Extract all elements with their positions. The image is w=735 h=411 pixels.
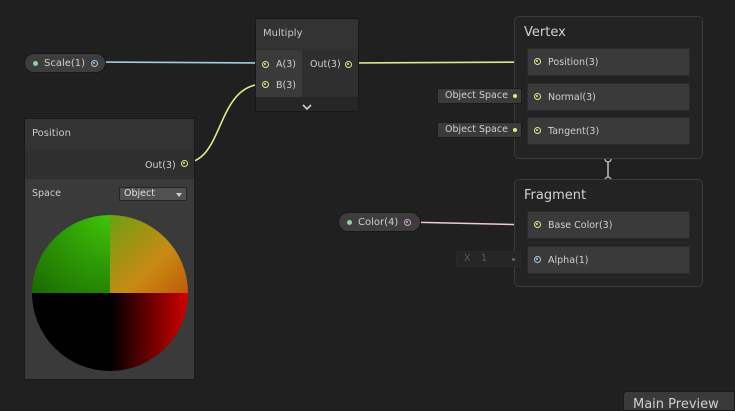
alpha-port[interactable] [534, 256, 541, 263]
scale-property-label: Scale(1) [44, 57, 86, 69]
alpha-default-dot [512, 258, 515, 261]
preview-quadrant-br [110, 293, 188, 371]
wire-position-to-multiply-b[interactable] [183, 83, 265, 164]
multiply-title: Multiply [256, 19, 358, 49]
position-node[interactable]: Position Out(3) Space Object [24, 118, 195, 380]
base-color-label: Base Color(3) [548, 220, 613, 231]
vertex-tangent-label: Tangent(3) [548, 126, 600, 137]
alpha-default-value[interactable]: X 1 [456, 251, 521, 267]
vertex-title: Vertex [524, 25, 566, 40]
color-property-label: Color(4) [358, 216, 399, 228]
tangent-default-dot [513, 128, 517, 132]
space-dropdown-value: Object [124, 188, 155, 199]
fragment-title: Fragment [524, 188, 587, 203]
multiply-input-b-port[interactable] [262, 81, 269, 88]
color-property-node[interactable]: Color(4) [338, 212, 421, 232]
scale-property-node[interactable]: Scale(1) [24, 53, 106, 73]
fragment-context[interactable]: Fragment Base Color(3) Alpha(1) [514, 179, 703, 287]
alpha-value-field[interactable]: 1 [481, 252, 487, 266]
multiply-expand-bar[interactable] [256, 97, 358, 111]
wire-multiply-to-vertex-position[interactable] [347, 61, 537, 64]
position-output-port[interactable] [181, 160, 188, 167]
vertex-position-label: Position(3) [548, 57, 599, 68]
tangent-default-label: Object Space [445, 124, 508, 135]
position-preview-sphere[interactable] [32, 215, 188, 371]
main-preview-panel[interactable]: Main Preview [623, 391, 735, 411]
vertex-normal-label: Normal(3) [548, 92, 596, 103]
vertex-position-port[interactable] [534, 58, 541, 65]
multiply-input-a-port[interactable] [262, 61, 269, 68]
normal-default-label: Object Space [445, 90, 508, 101]
normal-default-value[interactable]: Object Space [437, 88, 522, 104]
multiply-output-label: Out(3) [310, 59, 341, 70]
normal-default-dot [513, 94, 517, 98]
color-output-port[interactable] [404, 218, 412, 226]
preview-quadrant-tl [32, 215, 110, 293]
preview-quadrant-tr [110, 215, 188, 293]
vertex-position-block[interactable]: Position(3) [527, 48, 690, 76]
vertex-tangent-port[interactable] [534, 127, 541, 134]
chevron-down-icon [302, 104, 312, 111]
multiply-input-a-label: A(3) [276, 59, 296, 70]
main-preview-title: Main Preview [633, 397, 719, 411]
property-dot [33, 60, 38, 66]
property-dot [347, 219, 352, 225]
space-dropdown[interactable]: Object [119, 187, 187, 201]
multiply-input-b-label: B(3) [276, 80, 296, 91]
fragment-alpha-block[interactable]: Alpha(1) [527, 246, 690, 274]
wire-scale-to-multiply-a[interactable] [88, 61, 265, 64]
position-title: Position [25, 119, 194, 149]
fragment-base-color-block[interactable]: Base Color(3) [527, 211, 690, 239]
vertex-normal-block[interactable]: Normal(3) [527, 83, 690, 111]
position-output-label: Out(3) [145, 160, 176, 171]
tangent-default-value[interactable]: Object Space [437, 122, 522, 138]
vertex-context[interactable]: Vertex Position(3) Normal(3) Tangent(3) [514, 16, 703, 159]
space-label: Space [32, 188, 61, 199]
alpha-label: Alpha(1) [548, 255, 589, 266]
vertex-tangent-block[interactable]: Tangent(3) [527, 117, 690, 145]
dropdown-caret-icon [176, 193, 182, 197]
multiply-node[interactable]: Multiply A(3) B(3) Out(3) [255, 18, 359, 112]
multiply-output-port[interactable] [345, 61, 352, 68]
scale-output-port[interactable] [91, 59, 99, 67]
vertex-normal-port[interactable] [534, 93, 541, 100]
base-color-port[interactable] [534, 221, 541, 228]
alpha-x-label: X [464, 253, 471, 264]
preview-quadrant-bl [32, 293, 110, 371]
